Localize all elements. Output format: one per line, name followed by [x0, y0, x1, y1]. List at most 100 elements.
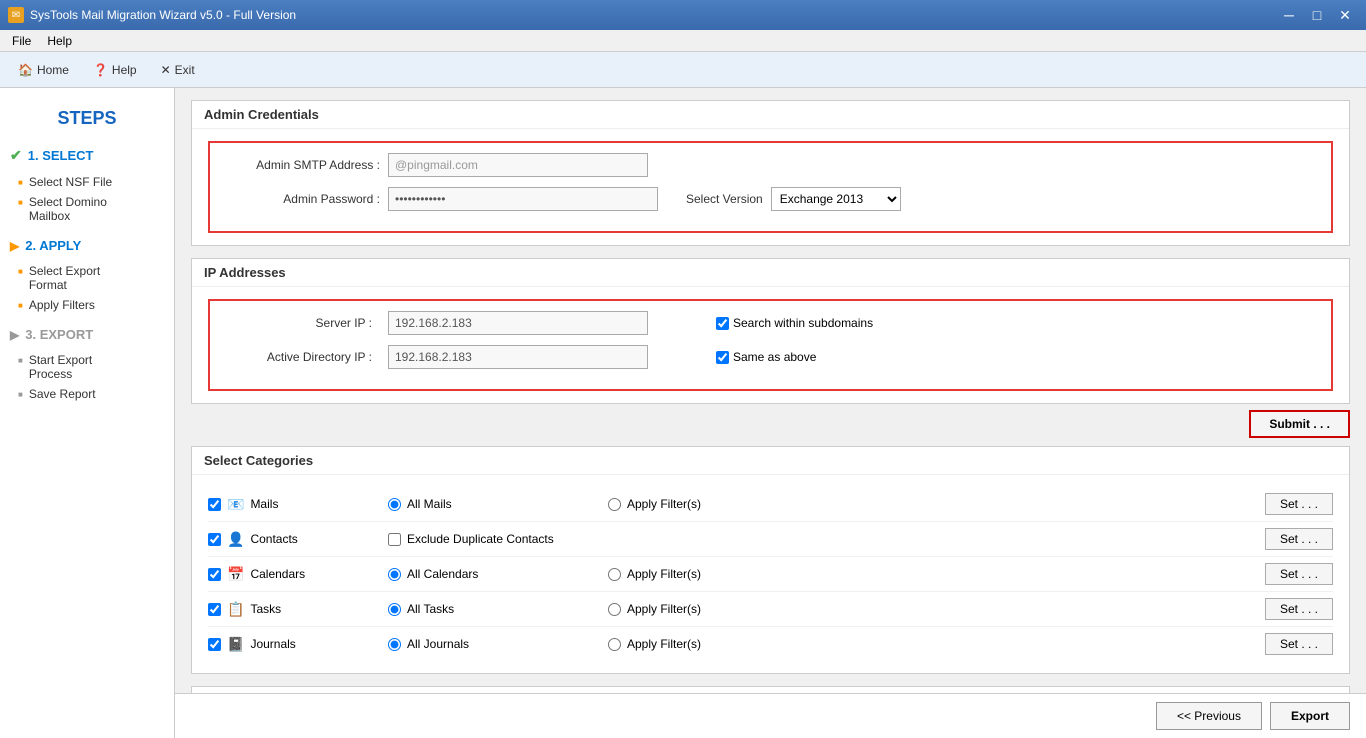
export-button[interactable]: Export: [1270, 702, 1350, 730]
calendars-label: Calendars: [250, 567, 305, 581]
step1-check-icon: ✔: [10, 147, 22, 164]
tasks-checkbox[interactable]: [208, 603, 221, 616]
journals-all-radio[interactable]: [388, 638, 401, 651]
active-dir-input[interactable]: [388, 345, 648, 369]
home-icon: 🏠: [18, 63, 33, 77]
dot-icon-4: ■: [18, 301, 23, 310]
journals-set-button[interactable]: Set . . .: [1265, 633, 1333, 655]
dot-icon-6: ■: [18, 390, 23, 399]
dot-icon: ■: [18, 178, 23, 187]
password-input[interactable]: [388, 187, 658, 211]
calendars-checkbox[interactable]: [208, 568, 221, 581]
dot-icon-3: ■: [18, 267, 23, 276]
tasks-filter-label: Apply Filter(s): [627, 602, 701, 616]
mails-filter-radio[interactable]: [608, 498, 621, 511]
menu-file[interactable]: File: [4, 32, 39, 50]
cal-all-radio[interactable]: [388, 568, 401, 581]
previous-button[interactable]: << Previous: [1156, 702, 1262, 730]
cal-filter-radio[interactable]: [608, 568, 621, 581]
smtp-input[interactable]: [388, 153, 648, 177]
journals-checkbox[interactable]: [208, 638, 221, 651]
home-label: Home: [37, 63, 69, 77]
mails-set-button[interactable]: Set . . .: [1265, 493, 1333, 515]
step2-label: 2. APPLY: [25, 238, 81, 253]
sidebar-item-export-format[interactable]: ■ Select ExportFormat: [10, 261, 164, 295]
menu-bar: File Help: [0, 30, 1366, 52]
app-icon: ✉: [8, 7, 24, 23]
contacts-row: 👤 Contacts Exclude Duplicate Contacts Se…: [208, 522, 1333, 557]
sidebar-item-select-nsf[interactable]: ■ Select NSF File: [10, 172, 164, 192]
close-button[interactable]: ✕: [1332, 5, 1358, 25]
journals-filter-label: Apply Filter(s): [627, 637, 701, 651]
contacts-icon: 👤: [227, 531, 244, 548]
tasks-label: Tasks: [250, 602, 281, 616]
search-subdomain-checkbox[interactable]: [716, 317, 729, 330]
mails-all-label: All Mails: [407, 497, 452, 511]
submit-button[interactable]: Submit . . .: [1249, 410, 1350, 438]
exclude-dup-checkbox[interactable]: [388, 533, 401, 546]
calendars-row: 📅 Calendars All Calendars Apply Filter(s…: [208, 557, 1333, 592]
mails-checkbox[interactable]: [208, 498, 221, 511]
server-ip-label: Server IP :: [220, 316, 380, 330]
ip-addresses-title: IP Addresses: [192, 259, 1349, 287]
same-as-above-label: Same as above: [733, 350, 816, 364]
help-label: Help: [112, 63, 137, 77]
ip-addresses-body: Server IP : Search within subdomains Act…: [192, 287, 1349, 403]
same-as-above-checkbox[interactable]: [716, 351, 729, 364]
admin-credentials-body: Admin SMTP Address : Admin Password : Se…: [192, 129, 1349, 245]
admin-credentials-section: Admin Credentials Admin SMTP Address : A…: [191, 100, 1350, 246]
version-label: Select Version: [686, 192, 763, 206]
tasks-icon: 📋: [227, 601, 244, 618]
active-dir-row: Active Directory IP : Same as above: [220, 345, 1321, 369]
exclude-dup-label: Exclude Duplicate Contacts: [407, 532, 554, 546]
steps-title: STEPS: [10, 108, 164, 129]
version-select[interactable]: Exchange 2007 Exchange 2010 Exchange 201…: [771, 187, 901, 211]
smtp-row: Admin SMTP Address :: [220, 153, 1321, 177]
sidebar-item-apply-filters[interactable]: ■ Apply Filters: [10, 295, 164, 315]
save-report-label: Save Report: [29, 387, 96, 401]
server-ip-input[interactable]: [388, 311, 648, 335]
step2-arrow-icon: ▶: [10, 239, 19, 253]
mails-icon: 📧: [227, 496, 244, 513]
sidebar-item-save-report[interactable]: ■ Save Report: [10, 384, 164, 404]
contacts-set-button[interactable]: Set . . .: [1265, 528, 1333, 550]
calendars-set-button[interactable]: Set . . .: [1265, 563, 1333, 585]
select-export-label: Select ExportFormat: [29, 264, 100, 292]
active-dir-label: Active Directory IP :: [220, 350, 380, 364]
toolbar-exit-button[interactable]: ✕ Exit: [151, 59, 205, 81]
cal-filter-label: Apply Filter(s): [627, 567, 701, 581]
journals-all-label: All Journals: [407, 637, 469, 651]
advance-options-section: Apply Advance Options Settings . . .: [191, 686, 1350, 693]
tasks-all-label: All Tasks: [407, 602, 454, 616]
select-categories-title: Select Categories: [192, 447, 1349, 475]
exit-icon: ✕: [161, 63, 171, 77]
scroll-content: Admin Credentials Admin SMTP Address : A…: [175, 88, 1366, 693]
select-nsf-label: Select NSF File: [29, 175, 112, 189]
admin-credentials-title: Admin Credentials: [192, 101, 1349, 129]
sidebar-item-select-domino[interactable]: ■ Select DominoMailbox: [10, 192, 164, 226]
exit-label: Exit: [175, 63, 195, 77]
start-export-label: Start ExportProcess: [29, 353, 92, 381]
password-row: Admin Password : Select Version Exchange…: [220, 187, 1321, 211]
tasks-set-button[interactable]: Set . . .: [1265, 598, 1333, 620]
mails-all-radio[interactable]: [388, 498, 401, 511]
toolbar-help-button[interactable]: ❓ Help: [83, 59, 147, 81]
search-subdomain-label: Search within subdomains: [733, 316, 873, 330]
sidebar-item-start-export[interactable]: ■ Start ExportProcess: [10, 350, 164, 384]
server-ip-row: Server IP : Search within subdomains: [220, 311, 1321, 335]
select-domino-label: Select DominoMailbox: [29, 195, 107, 223]
contacts-label: Contacts: [250, 532, 297, 546]
toolbar-home-button[interactable]: 🏠 Home: [8, 59, 79, 81]
window-controls: ─ □ ✕: [1276, 5, 1358, 25]
step2-header: ▶ 2. APPLY: [10, 236, 164, 255]
menu-help[interactable]: Help: [39, 32, 80, 50]
select-categories-section: Select Categories 📧 Mails All Mails: [191, 446, 1350, 674]
tasks-filter-radio[interactable]: [608, 603, 621, 616]
contacts-checkbox[interactable]: [208, 533, 221, 546]
restore-button[interactable]: □: [1304, 5, 1330, 25]
journals-filter-radio[interactable]: [608, 638, 621, 651]
tasks-all-radio[interactable]: [388, 603, 401, 616]
minimize-button[interactable]: ─: [1276, 5, 1302, 25]
tasks-row: 📋 Tasks All Tasks Apply Filter(s) S: [208, 592, 1333, 627]
ip-addresses-form: Server IP : Search within subdomains Act…: [208, 299, 1333, 391]
